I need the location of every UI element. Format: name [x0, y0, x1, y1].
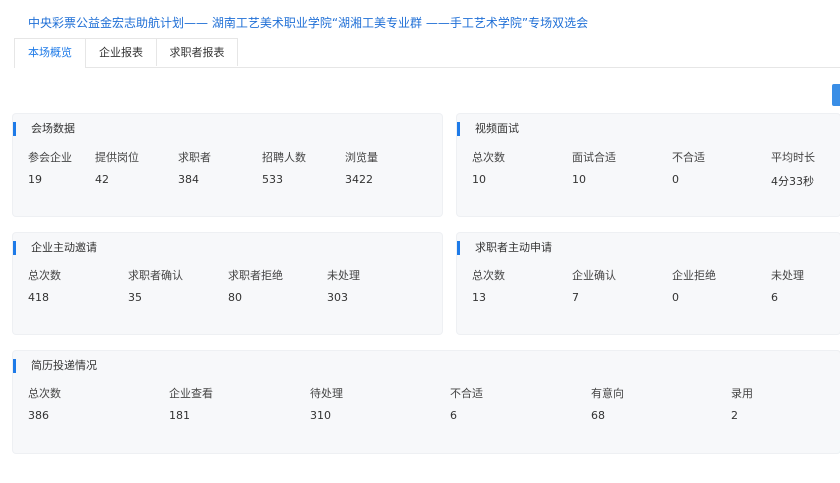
stat-label: 待处理	[310, 387, 343, 400]
tab-seeker-report[interactable]: 求职者报表	[156, 38, 238, 66]
stat-value: 10	[572, 173, 586, 186]
export-button[interactable]	[832, 84, 840, 106]
stat-label: 平均时长	[771, 151, 815, 164]
stat-label: 未处理	[771, 269, 804, 282]
tab-overview[interactable]: 本场概览	[14, 38, 86, 68]
stat-value: 19	[28, 173, 42, 186]
stat-value: 4分33秒	[771, 175, 814, 188]
stat-label: 不合适	[450, 387, 483, 400]
seeker-apply-card: 求职者主动申请 总次数 13 企业确认 7 企业拒绝 0 未处理 6	[457, 233, 840, 334]
stat-label: 求职者拒绝	[228, 269, 283, 282]
stat-value: 310	[310, 409, 331, 422]
stat-value: 6	[450, 409, 457, 422]
stat-label: 参会企业	[28, 151, 72, 164]
venue-data-card: 会场数据 参会企业 19 提供岗位 42 求职者 384 招聘人数 533 浏览…	[13, 114, 442, 216]
stat-value: 68	[591, 409, 605, 422]
resume-delivery-card: 简历投递情况 总次数 386 企业查看 181 待处理 310 不合适 6 有意…	[13, 351, 840, 453]
stat-value: 7	[572, 291, 579, 304]
stat-value: 80	[228, 291, 242, 304]
stat-value: 384	[178, 173, 199, 186]
stat-value: 303	[327, 291, 348, 304]
stat-value: 13	[472, 291, 486, 304]
stat-label: 有意向	[591, 387, 624, 400]
stat-value: 418	[28, 291, 49, 304]
stat-value: 181	[169, 409, 190, 422]
stat-value: 3422	[345, 173, 373, 186]
stat-value: 386	[28, 409, 49, 422]
stat-label: 录用	[731, 387, 753, 400]
stat-label: 企业拒绝	[672, 269, 716, 282]
card-title: 会场数据	[13, 122, 75, 136]
stat-label: 未处理	[327, 269, 360, 282]
stat-label: 总次数	[472, 269, 505, 282]
stat-value: 2	[731, 409, 738, 422]
stat-label: 浏览量	[345, 151, 378, 164]
stat-value: 533	[262, 173, 283, 186]
stat-value: 42	[95, 173, 109, 186]
tab-company-report[interactable]: 企业报表	[85, 38, 157, 66]
stat-value: 35	[128, 291, 142, 304]
stat-label: 总次数	[28, 387, 61, 400]
tab-bar: 本场概览 企业报表 求职者报表	[14, 38, 840, 68]
card-title: 简历投递情况	[13, 359, 97, 373]
stat-value: 10	[472, 173, 486, 186]
stat-label: 企业查看	[169, 387, 213, 400]
stat-label: 求职者确认	[128, 269, 183, 282]
stat-label: 提供岗位	[95, 151, 139, 164]
stat-label: 总次数	[28, 269, 61, 282]
stat-label: 总次数	[472, 151, 505, 164]
stat-label: 求职者	[178, 151, 211, 164]
stat-label: 招聘人数	[262, 151, 306, 164]
card-title: 视频面试	[457, 122, 519, 136]
stat-value: 0	[672, 173, 679, 186]
card-title: 求职者主动申请	[457, 241, 552, 255]
company-invite-card: 企业主动邀请 总次数 418 求职者确认 35 求职者拒绝 80 未处理 303	[13, 233, 442, 334]
stat-label: 面试合适	[572, 151, 616, 164]
video-interview-card: 视频面试 总次数 10 面试合适 10 不合适 0 平均时长 4分33秒	[457, 114, 840, 216]
page-title: 中央彩票公益金宏志助航计划—— 湖南工艺美术职业学院“湖湘工美专业群 ——手工艺…	[28, 16, 589, 30]
card-title: 企业主动邀请	[13, 241, 97, 255]
stat-label: 不合适	[672, 151, 705, 164]
stat-label: 企业确认	[572, 269, 616, 282]
stat-value: 6	[771, 291, 778, 304]
stat-value: 0	[672, 291, 679, 304]
